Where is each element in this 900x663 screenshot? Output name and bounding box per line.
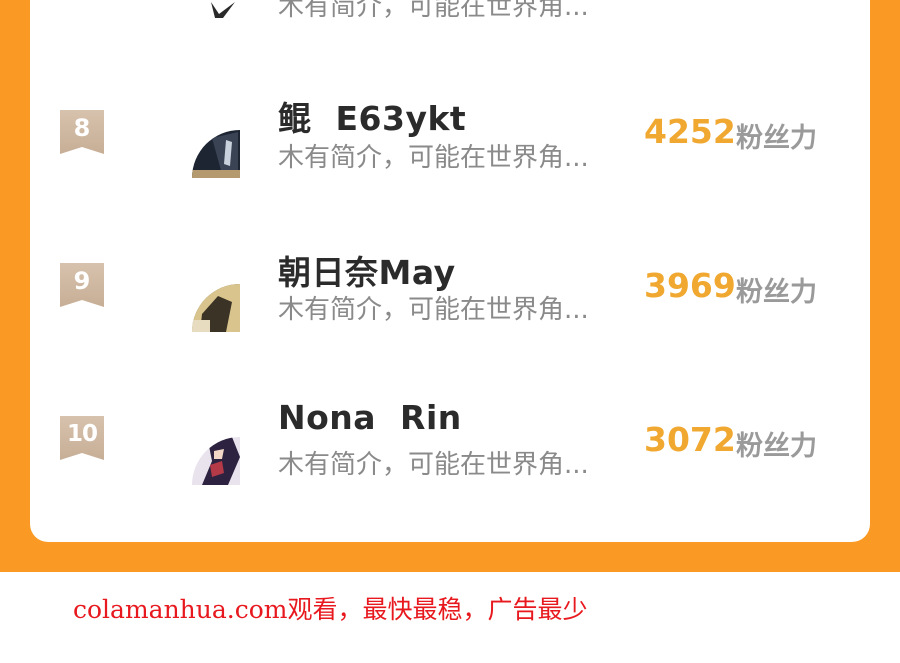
fans-count: 4252 bbox=[644, 112, 736, 151]
avatar-fragment-icon bbox=[211, 2, 235, 18]
user-bio: 木有简介，可能在世界角... bbox=[278, 295, 589, 325]
footer-ad-text: colamanhua.com观看，最快最稳，广告最少 bbox=[73, 595, 588, 624]
user-bio: 木有简介，可能在世界角... bbox=[278, 450, 589, 480]
user-name[interactable]: Nona Rin bbox=[278, 398, 462, 437]
fans-count: 3072 bbox=[644, 420, 736, 459]
fans-label: 粉丝力 bbox=[736, 431, 817, 462]
fans-label: 粉丝力 bbox=[736, 277, 817, 308]
user-bio: 木有简介，可能在世界角... bbox=[278, 143, 589, 173]
user-name[interactable]: 鲲 E63ykt bbox=[278, 92, 466, 140]
fans-count: 3969 bbox=[644, 266, 736, 305]
fans-label: 粉丝力 bbox=[736, 123, 817, 154]
user-name[interactable]: 朝日奈May bbox=[278, 246, 456, 294]
user-bio: 木有简介，可能在世界角... bbox=[278, 0, 589, 22]
